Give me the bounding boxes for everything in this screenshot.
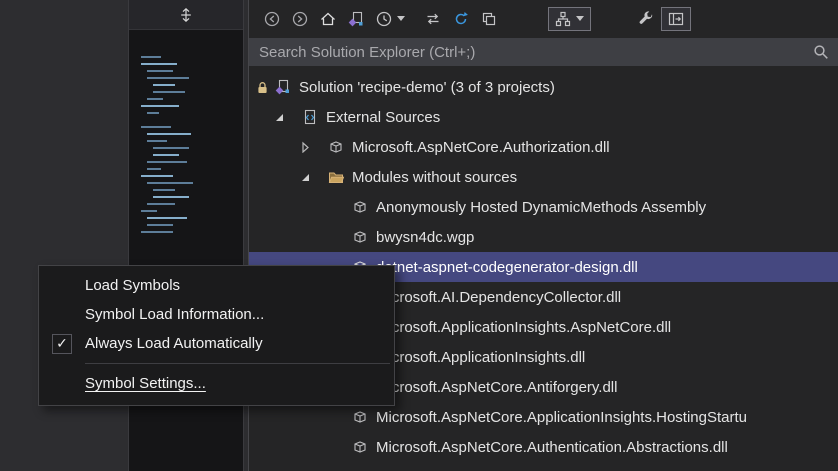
menu-separator xyxy=(85,363,390,364)
dll-icon xyxy=(351,408,369,426)
tree-item-dll[interactable]: Microsoft.AspNetCore.ApplicationInsights… xyxy=(249,402,838,432)
menu-item-label: Symbol Load Information... xyxy=(85,306,265,323)
tree-item-dll[interactable]: Anonymously Hosted DynamicMethods Assemb… xyxy=(249,192,838,222)
search-box xyxy=(249,38,838,66)
solution-icon xyxy=(274,78,292,96)
sync-with-active-document-icon xyxy=(427,13,439,25)
search-input[interactable] xyxy=(249,43,813,61)
tree-item-modules-folder[interactable]: Modules without sources xyxy=(249,162,838,192)
tree-item-solution[interactable]: Solution 'recipe-demo' (3 of 3 projects) xyxy=(249,72,838,102)
tree-item-dll-partial[interactable] xyxy=(249,462,838,471)
preview-selected-items-icon xyxy=(668,12,684,26)
tree-item-label: Microsoft.AI.DependencyCollector.dll xyxy=(376,288,622,306)
dll-icon xyxy=(351,438,369,456)
pending-changes-filter-button[interactable] xyxy=(375,10,406,28)
chevron-down-icon xyxy=(576,16,585,22)
tree-item-label: Microsoft.AspNetCore.ApplicationInsights… xyxy=(376,408,748,426)
menu-item-load-symbols[interactable]: Load Symbols xyxy=(39,271,394,300)
menu-item-label: Load Symbols xyxy=(85,277,181,294)
tree-item-dll[interactable]: Microsoft.AspNetCore.Authentication.Abst… xyxy=(249,432,838,462)
tree-item-label: Microsoft.ApplicationInsights.AspNetCore… xyxy=(376,318,672,336)
tree-item-label: dotnet-aspnet-codegenerator-design.dll xyxy=(376,258,638,276)
preview-selected-items-button[interactable] xyxy=(661,7,691,31)
tree-item-label: Microsoft.AspNetCore.Authorization.dll xyxy=(352,138,610,156)
collapse-all-icon xyxy=(482,12,496,26)
tree-item-label: Modules without sources xyxy=(352,168,518,186)
context-menu: Load Symbols Symbol Load Information... … xyxy=(38,265,395,406)
tree-item-label: Solution 'recipe-demo' (3 of 3 projects) xyxy=(299,78,555,96)
tree-item-label: Microsoft.AspNetCore.Antiforgery.dll xyxy=(376,378,618,396)
home-icon xyxy=(321,12,335,26)
navigate-forward-button[interactable] xyxy=(291,10,309,28)
wrench-icon xyxy=(639,11,653,24)
minimap-header xyxy=(129,0,243,30)
pending-changes-filter-icon xyxy=(376,11,392,27)
switch-views-icon xyxy=(348,11,363,27)
refresh-icon xyxy=(455,12,468,25)
menu-item-symbol-settings[interactable]: Symbol Settings... xyxy=(39,369,394,398)
menu-item-label: Symbol Settings... xyxy=(85,375,206,392)
tree-item-label: Microsoft.ApplicationInsights.dll xyxy=(376,348,586,366)
tree-item-external-sources[interactable]: External Sources xyxy=(249,102,838,132)
show-all-files-button[interactable] xyxy=(548,7,591,31)
map-mode-icon[interactable] xyxy=(178,7,194,23)
refresh-button[interactable] xyxy=(452,10,470,28)
show-all-files-icon xyxy=(555,11,571,27)
search-icon[interactable] xyxy=(813,44,829,60)
switch-views-button[interactable] xyxy=(347,10,365,28)
dll-icon xyxy=(351,228,369,246)
navigate-forward-icon xyxy=(292,11,308,27)
collapse-all-button[interactable] xyxy=(480,10,498,28)
menu-item-always-load-automatically[interactable]: ✓ Always Load Automatically xyxy=(39,329,394,358)
menu-item-symbol-load-information[interactable]: Symbol Load Information... xyxy=(39,300,394,329)
properties-button[interactable] xyxy=(637,10,655,28)
folder-open-icon xyxy=(327,168,345,186)
tree-item-label: Anonymously Hosted DynamicMethods Assemb… xyxy=(376,198,707,216)
dll-icon xyxy=(351,198,369,216)
tree-item-label: bwysn4dc.wgp xyxy=(376,228,475,246)
home-button[interactable] xyxy=(319,10,337,28)
chevron-down-icon xyxy=(397,16,406,22)
expander-collapsed-icon[interactable] xyxy=(293,141,327,153)
sync-with-active-document-button[interactable] xyxy=(424,10,442,28)
menu-item-label: Always Load Automatically xyxy=(85,335,263,352)
tree-item-label: External Sources xyxy=(326,108,441,126)
solution-explorer-toolbar xyxy=(249,0,838,38)
tree-item-label: Microsoft.AspNetCore.Authentication.Abst… xyxy=(376,438,728,456)
navigate-back-icon xyxy=(264,11,280,27)
external-sources-icon xyxy=(301,108,319,126)
vs-window: Solution 'recipe-demo' (3 of 3 projects)… xyxy=(0,0,838,471)
checkmark-icon: ✓ xyxy=(52,333,72,354)
lock-icon xyxy=(255,80,270,95)
expander-expanded-icon[interactable] xyxy=(267,111,301,123)
navigate-back-button[interactable] xyxy=(263,10,281,28)
dll-icon xyxy=(327,138,345,156)
tree-item-dll[interactable]: bwysn4dc.wgp xyxy=(249,222,838,252)
expander-expanded-icon[interactable] xyxy=(293,171,327,183)
tree-item-dll[interactable]: Microsoft.AspNetCore.Authorization.dll xyxy=(249,132,838,162)
